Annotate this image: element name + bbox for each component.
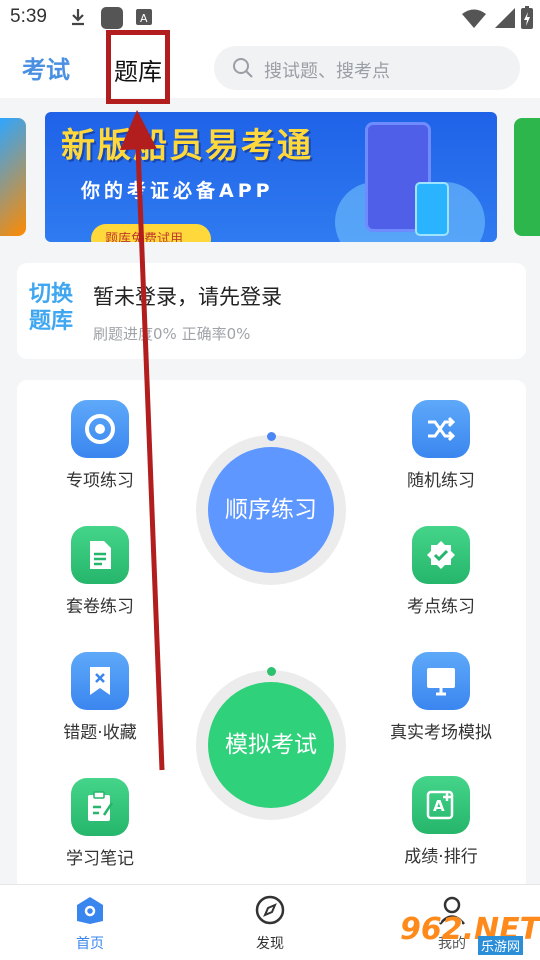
grade-a-plus-icon: A [412,776,470,834]
special-practice-button[interactable]: 专项练习 [40,400,160,491]
login-prompt[interactable]: 暂未登录，请先登录 [93,281,282,311]
banner-carousel[interactable]: 新版船员易考通 你的考证必备APP 题库免费试用 [0,112,540,242]
banner-slide[interactable]: 新版船员易考通 你的考证必备APP 题库免费试用 [45,112,497,242]
progress-dot [267,432,276,441]
clipboard-edit-icon [71,778,129,836]
switch-label-line2: 题库 [29,309,74,334]
status-bar: 5:39 A [0,0,540,36]
study-notes-button[interactable]: 学习笔记 [40,778,160,869]
progress-text: 刷题进度0% 正确率0% [93,325,251,343]
wifi-icon [462,9,486,28]
svg-text:A: A [433,797,445,815]
wrong-favorites-label: 错题·收藏 [63,723,137,743]
random-practice-label: 随机练习 [407,471,475,491]
keypoint-practice-label: 考点练习 [407,597,475,617]
top-header: 考试 题库 搜试题、搜考点 [0,36,540,98]
banner-next-peek[interactable] [514,118,540,236]
signal-icon [495,8,515,28]
special-practice-label: 专项练习 [66,471,134,491]
monitor-icon [412,652,470,710]
status-time: 5:39 [10,6,47,27]
nav-home[interactable]: 首页 [40,895,140,953]
real-exam-simulation-label: 真实考场模拟 [390,723,492,743]
nav-discover[interactable]: 发现 [220,895,320,953]
banner-prev-peek[interactable] [0,118,26,236]
target-icon [71,400,129,458]
app-notification-icon [101,7,123,29]
login-card[interactable]: 切换 题库 暂未登录，请先登录 刷题进度0% 正确率0% [17,263,526,359]
score-ranking-button[interactable]: A 成绩·排行 [381,776,501,867]
keypoint-practice-button[interactable]: 考点练习 [381,526,501,617]
phone-small-illustration [415,182,449,236]
svg-text:A: A [140,12,148,25]
download-icon [72,9,84,26]
paper-practice-button[interactable]: 套卷练习 [40,526,160,617]
search-input[interactable]: 搜试题、搜考点 [214,46,520,90]
progress-dot [267,667,276,676]
document-icon [71,526,129,584]
badge-check-icon [412,526,470,584]
practice-panel: 专项练习 随机练习 套卷练习 考点练习 错题·收藏 真实考场模拟 学习笔记 A … [17,380,526,890]
home-icon [77,897,103,924]
tab-exam[interactable]: 考试 [22,50,70,85]
mock-exam-button[interactable]: 模拟考试 [196,667,346,820]
sequential-practice-label: 顺序练习 [208,447,334,573]
sequential-practice-button[interactable]: 顺序练习 [196,432,346,585]
score-ranking-label: 成绩·排行 [404,847,478,867]
study-notes-label: 学习笔记 [66,849,134,869]
banner-title: 新版船员易考通 [61,126,313,166]
wrong-favorites-button[interactable]: 错题·收藏 [40,652,160,743]
compass-icon [255,895,285,925]
switch-bank-button[interactable]: 切换 题库 [29,281,89,335]
real-exam-simulation-button[interactable]: 真实考场模拟 [381,652,501,743]
search-placeholder: 搜试题、搜考点 [264,61,390,82]
bookmark-x-icon [71,652,129,710]
search-icon [233,58,253,78]
shuffle-icon [412,400,470,458]
font-icon: A [136,9,152,25]
nav-discover-label: 发现 [256,936,284,952]
banner-subtitle: 你的考证必备APP [81,180,274,202]
banner-trial-pill: 题库免费试用 [91,224,211,242]
nav-home-label: 首页 [76,936,104,952]
battery-icon [521,6,533,29]
watermark-site: 乐游网 [478,936,524,955]
switch-label-line1: 切换 [29,282,74,307]
random-practice-button[interactable]: 随机练习 [381,400,501,491]
mock-exam-label: 模拟考试 [208,682,334,808]
annotation-highlight-box [106,30,170,104]
paper-practice-label: 套卷练习 [66,597,134,617]
